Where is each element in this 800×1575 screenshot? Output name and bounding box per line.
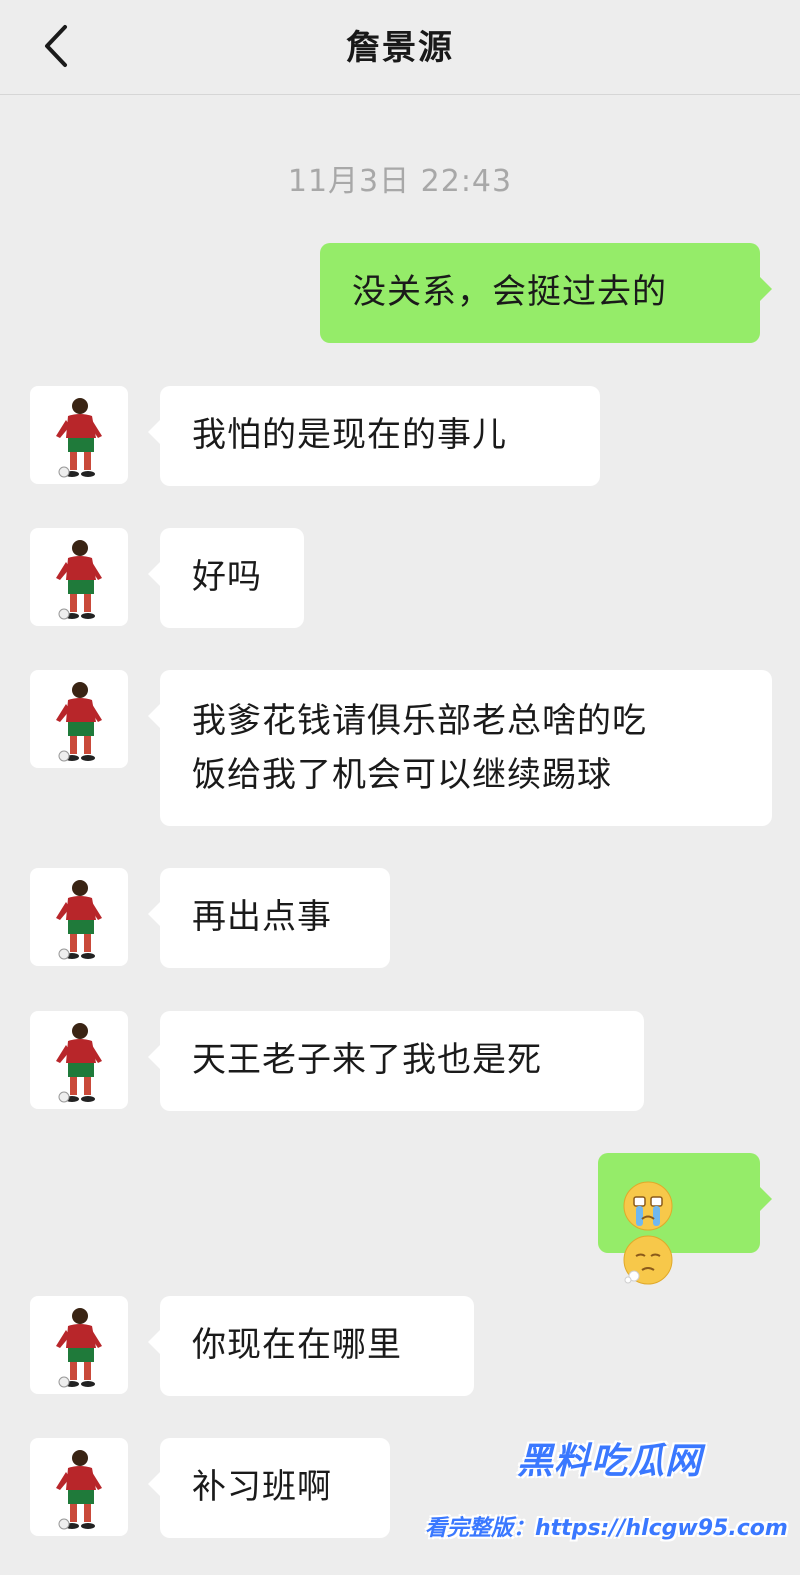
- message-timestamp: 11月3日 22:43: [287, 164, 513, 199]
- soccer-player-avatar-icon: [56, 1450, 102, 1530]
- incoming-message-bubble[interactable]: 补习班啊: [148, 1438, 390, 1538]
- outgoing-message-bubble[interactable]: 没关系，会挺过去的: [320, 243, 772, 343]
- message-text-line: 我爹花钱请俱乐部老总啥的吃: [192, 701, 647, 741]
- watermark-url: 看完整版：https://hlcgw95.com: [425, 1516, 788, 1541]
- incoming-message-bubble[interactable]: 我爹花钱请俱乐部老总啥的吃 饭给我了机会可以继续踢球: [148, 670, 772, 826]
- avatar[interactable]: [30, 868, 128, 966]
- soccer-player-avatar-icon: [56, 398, 102, 478]
- chat-header: 詹景源: [0, 0, 800, 95]
- soccer-player-avatar-icon: [56, 880, 102, 960]
- sighing-face-icon: [623, 1235, 673, 1285]
- avatar[interactable]: [30, 670, 128, 768]
- contact-name: 詹景源: [346, 28, 454, 68]
- message-text: 天王老子来了我也是死: [192, 1040, 542, 1080]
- avatar[interactable]: [30, 528, 128, 626]
- incoming-message-bubble[interactable]: 我怕的是现在的事儿: [148, 386, 600, 486]
- avatar[interactable]: [30, 1296, 128, 1394]
- soccer-player-avatar-icon: [56, 682, 102, 762]
- message-text: 好吗: [192, 557, 262, 597]
- incoming-message-bubble[interactable]: 再出点事: [148, 868, 390, 968]
- message-text: 补习班啊: [192, 1467, 332, 1507]
- soccer-player-avatar-icon: [56, 1023, 102, 1103]
- soccer-player-avatar-icon: [56, 1308, 102, 1388]
- message-text: 没关系，会挺过去的: [352, 272, 667, 312]
- avatar[interactable]: [30, 386, 128, 484]
- watermark-title: 黑料吃瓜网: [517, 1441, 703, 1482]
- soccer-player-avatar-icon: [56, 540, 102, 620]
- crying-face-icon: [623, 1181, 673, 1230]
- outgoing-message-bubble[interactable]: [598, 1153, 772, 1285]
- message-text: 我怕的是现在的事儿: [192, 415, 507, 455]
- message-text: 再出点事: [192, 897, 332, 937]
- message-text-line: 饭给我了机会可以继续踢球: [192, 755, 612, 795]
- incoming-message-bubble[interactable]: 你现在在哪里: [148, 1296, 474, 1396]
- incoming-message-bubble[interactable]: 天王老子来了我也是死: [148, 1011, 644, 1111]
- watermark: 黑料吃瓜网 看完整版：https://hlcgw95.com: [425, 1432, 800, 1575]
- avatar[interactable]: [30, 1438, 128, 1536]
- avatar[interactable]: [30, 1011, 128, 1109]
- message-text: 你现在在哪里: [192, 1325, 402, 1365]
- incoming-message-bubble[interactable]: 好吗: [148, 528, 304, 628]
